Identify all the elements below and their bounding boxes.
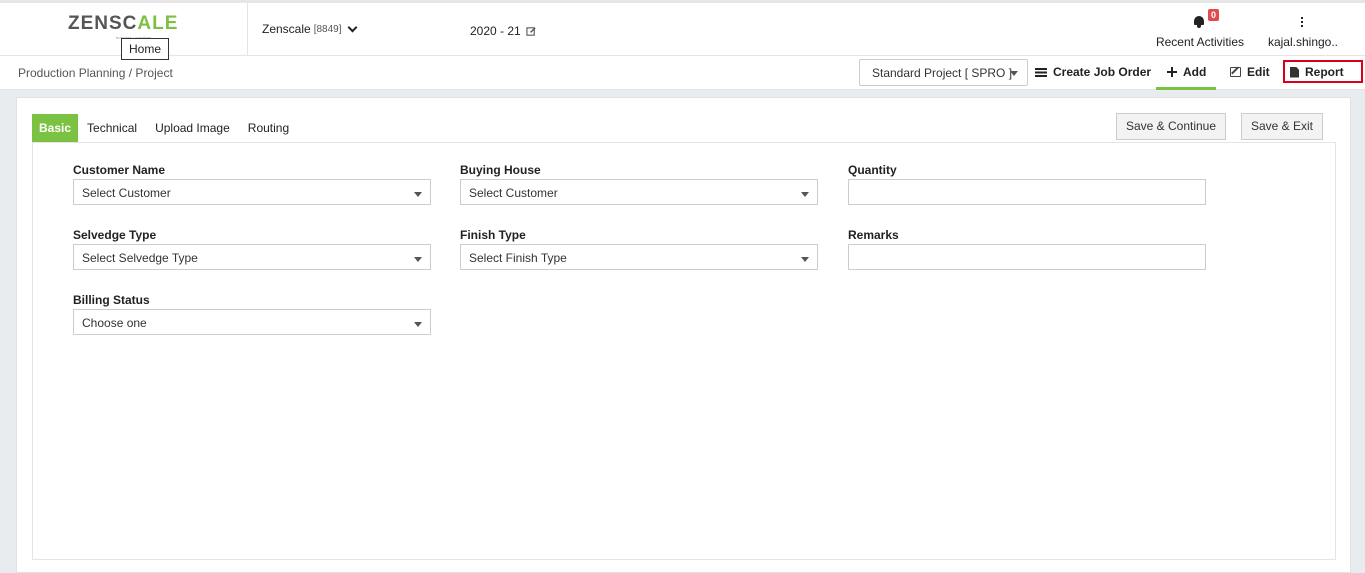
form-tabs: Basic Technical Upload Image Routing <box>32 114 298 142</box>
save-continue-button[interactable]: Save & Continue <box>1116 113 1226 140</box>
list-icon <box>1035 67 1047 77</box>
billing-status-select[interactable]: Choose one <box>73 309 431 335</box>
company-name: Zenscale <box>262 22 311 36</box>
selvedge-type-label: Selvedge Type <box>73 228 157 242</box>
company-selector[interactable]: Zenscale [8849] <box>262 22 357 36</box>
zenscale-logo[interactable]: ZENSCALE <box>68 13 178 35</box>
kebab-menu-icon <box>1266 9 1340 31</box>
project-card: Basic Technical Upload Image Routing Sav… <box>16 97 1351 573</box>
customer-name-label: Customer Name <box>73 163 166 177</box>
bell-icon <box>1194 16 1204 28</box>
buying-house-field: Buying House Select Customer <box>460 163 818 205</box>
finish-type-field: Finish Type Select Finish Type <box>460 228 818 270</box>
tab-basic[interactable]: Basic <box>32 114 79 142</box>
notification-badge: 0 <box>1208 9 1220 21</box>
action-bar: Production Planning / Project Standard P… <box>0 56 1365 90</box>
recent-activities-label: Recent Activities <box>1155 35 1245 49</box>
quantity-label: Quantity <box>848 163 897 177</box>
edit-button[interactable]: Edit <box>1230 65 1270 79</box>
caret-down-icon <box>801 257 809 262</box>
remarks-input[interactable] <box>848 244 1206 270</box>
tab-upload-image[interactable]: Upload Image <box>146 114 239 142</box>
add-active-indicator <box>1156 87 1216 90</box>
remarks-label: Remarks <box>848 228 899 242</box>
breadcrumb-page: / Project <box>128 66 173 80</box>
quantity-field: Quantity <box>848 163 1206 205</box>
caret-down-icon <box>414 192 422 197</box>
billing-status-field: Billing Status Choose one <box>73 293 431 335</box>
edit-icon <box>526 26 536 36</box>
caret-down-icon <box>414 322 422 327</box>
fiscal-year: 2020 - 21 <box>470 24 521 38</box>
edit-icon <box>1230 67 1241 77</box>
user-name: kajal.shingo.. <box>1267 35 1339 49</box>
user-menu[interactable]: kajal.shingo.. <box>1266 9 1340 49</box>
company-code: [8849] <box>313 23 342 35</box>
add-button[interactable]: Add <box>1167 65 1206 79</box>
selvedge-type-select[interactable]: Select Selvedge Type <box>73 244 431 270</box>
top-header: ZENSCALE business · solutions Home Zensc… <box>0 0 1365 60</box>
buying-house-select[interactable]: Select Customer <box>460 179 818 205</box>
tab-routing[interactable]: Routing <box>239 114 298 142</box>
caret-down-icon <box>414 257 422 262</box>
plus-icon <box>1167 67 1177 77</box>
finish-type-select[interactable]: Select Finish Type <box>460 244 818 270</box>
basic-form-panel: Customer Name Select Customer Buying Hou… <box>32 142 1336 560</box>
chevron-down-icon <box>347 22 357 32</box>
remarks-field: Remarks <box>848 228 1206 270</box>
save-exit-button[interactable]: Save & Exit <box>1241 113 1323 140</box>
buying-house-label: Buying House <box>460 163 541 177</box>
file-icon <box>1290 66 1299 78</box>
create-job-order-button[interactable]: Create Job Order <box>1035 65 1151 79</box>
tab-technical[interactable]: Technical <box>78 114 146 142</box>
caret-down-icon <box>1010 71 1018 76</box>
recent-activities[interactable]: 0 Recent Activities <box>1150 9 1250 49</box>
quantity-input[interactable] <box>848 179 1206 205</box>
customer-name-field: Customer Name Select Customer <box>73 163 431 205</box>
finish-type-label: Finish Type <box>460 228 526 242</box>
project-type-select[interactable]: Standard Project [ SPRO ] <box>859 59 1028 86</box>
logo-cell: ZENSCALE business · solutions Home <box>0 3 248 60</box>
home-tooltip: Home <box>121 38 169 60</box>
billing-status-label: Billing Status <box>73 293 150 307</box>
selvedge-type-field: Selvedge Type Select Selvedge Type <box>73 228 431 270</box>
report-button[interactable]: Report <box>1290 65 1344 79</box>
caret-down-icon <box>801 192 809 197</box>
breadcrumb: Production Planning / Project <box>18 66 173 80</box>
fiscal-year-selector[interactable]: 2020 - 21 <box>470 24 537 38</box>
customer-name-select[interactable]: Select Customer <box>73 179 431 205</box>
breadcrumb-module[interactable]: Production Planning <box>18 66 125 80</box>
